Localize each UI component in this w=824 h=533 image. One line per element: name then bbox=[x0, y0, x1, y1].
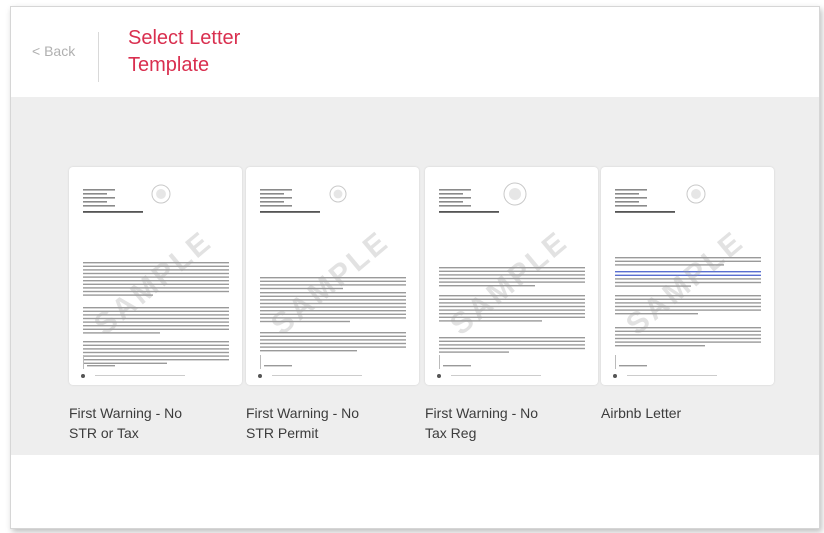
header-divider bbox=[98, 32, 99, 82]
letter-thumbnail: SAMPLE bbox=[81, 184, 229, 378]
template-label-first-warning-no-tax-reg[interactable]: First Warning - No Tax Reg bbox=[425, 403, 585, 443]
template-card-first-warning-no-tax-reg[interactable]: SAMPLE bbox=[425, 167, 598, 385]
template-card-first-warning-no-str-permit[interactable]: SAMPLE bbox=[246, 167, 419, 385]
app-window: < Back Select Letter Template SAMPLE Fir… bbox=[10, 6, 820, 529]
letter-thumbnail: SAMPLE bbox=[258, 185, 406, 378]
template-label-line1: First Warning - No bbox=[69, 405, 183, 421]
template-label-line1: First Warning - No bbox=[246, 405, 360, 421]
letter-thumbnail: SAMPLE bbox=[437, 182, 585, 378]
template-label-line1: First Warning - No bbox=[425, 405, 539, 421]
template-label-airbnb-letter[interactable]: Airbnb Letter bbox=[601, 403, 761, 423]
sample-watermark: SAMPLE bbox=[88, 224, 219, 341]
template-label-line2: STR or Tax bbox=[69, 425, 139, 441]
template-label-line1: Airbnb Letter bbox=[601, 405, 682, 421]
header: < Back Select Letter Template bbox=[11, 7, 819, 97]
template-label-line2: STR Permit bbox=[246, 425, 319, 441]
page-title: Select Letter Template bbox=[128, 25, 328, 79]
template-label-first-warning-no-str-or-tax[interactable]: First Warning - No STR or Tax bbox=[69, 403, 229, 443]
letter-thumbnail: SAMPLE bbox=[613, 184, 761, 378]
sample-watermark: SAMPLE bbox=[265, 224, 396, 341]
sample-watermark: SAMPLE bbox=[444, 224, 575, 341]
template-label-line2: Tax Reg bbox=[425, 425, 477, 441]
template-gallery: SAMPLE First Warning - No STR or Tax SAM… bbox=[11, 97, 819, 455]
template-card-first-warning-no-str-or-tax[interactable]: SAMPLE bbox=[69, 167, 242, 385]
template-card-airbnb-letter[interactable]: SAMPLE bbox=[601, 167, 774, 385]
template-label-first-warning-no-str-permit[interactable]: First Warning - No STR Permit bbox=[246, 403, 406, 443]
back-button[interactable]: < Back bbox=[32, 43, 75, 59]
page-title-line2: Template bbox=[128, 54, 210, 76]
page-title-line1: Select Letter bbox=[128, 27, 241, 49]
